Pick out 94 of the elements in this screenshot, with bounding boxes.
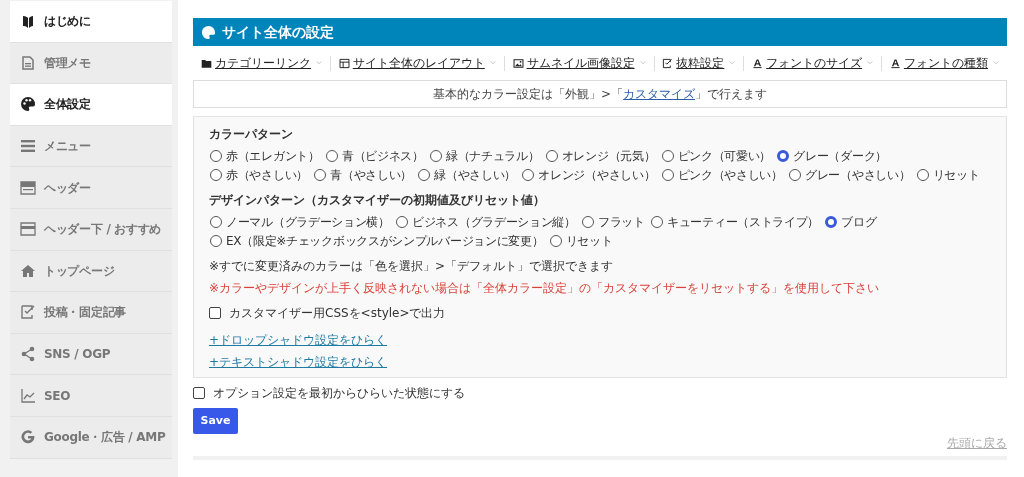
checkbox-label: カスタマイザー用CSSを<style>で出力 bbox=[229, 305, 446, 322]
document-icon bbox=[20, 54, 36, 71]
radio-button[interactable] bbox=[396, 216, 408, 228]
radio-label: リセット bbox=[565, 234, 613, 248]
caret-icon bbox=[867, 60, 874, 66]
radio-label: グレー（やさしい） bbox=[805, 168, 911, 182]
section-label: デザインパターン（カスタマイザーの初期値及びリセット値） bbox=[209, 192, 546, 209]
section-label: カラーパターン bbox=[209, 126, 294, 143]
radio-button[interactable] bbox=[916, 169, 929, 181]
image-icon bbox=[512, 57, 524, 69]
caret-icon bbox=[316, 60, 323, 66]
radio-label: オレンジ（やさしい） bbox=[538, 168, 656, 182]
radio-label: 青（ビジネス） bbox=[341, 149, 424, 163]
sidebar-item[interactable]: ヘッダー bbox=[10, 167, 172, 209]
radio-button[interactable] bbox=[582, 216, 595, 228]
sidebar-item[interactable]: 投稿・固定記事 bbox=[10, 292, 172, 334]
tab-link[interactable]: フォントのサイズ bbox=[752, 54, 868, 72]
checkbox[interactable] bbox=[209, 307, 221, 319]
customize-link[interactable]: カスタマイズ bbox=[623, 87, 696, 101]
font-letter-icon bbox=[752, 57, 764, 69]
share-icon bbox=[20, 346, 36, 363]
home-icon bbox=[20, 262, 36, 279]
radio-button[interactable] bbox=[314, 169, 327, 181]
radio-button[interactable] bbox=[651, 216, 664, 228]
folder-icon bbox=[201, 57, 212, 69]
menu-icon bbox=[20, 138, 36, 155]
tab-link[interactable]: サムネイル画像設定 bbox=[512, 54, 640, 72]
radio-label: 緑（ナチュラル） bbox=[445, 149, 540, 163]
checkbox-label: オプション設定を最初からひらいた状態にする bbox=[213, 385, 465, 402]
section-title: サイト全体の設定 bbox=[222, 22, 334, 42]
radio-label: 赤（やさしい） bbox=[226, 168, 308, 182]
caret-icon bbox=[639, 60, 646, 66]
note-text: ※すでに変更済みのカラーは「色を選択」>「デフォルト」で選択できます bbox=[209, 258, 615, 275]
sidebar-item[interactable]: Google・広告 / AMP bbox=[10, 416, 172, 459]
radio-button[interactable] bbox=[549, 235, 562, 247]
radio-label: 緑（やさしい） bbox=[434, 168, 517, 182]
edit-icon bbox=[20, 304, 36, 321]
radio-label: ピンク（やさしい） bbox=[677, 168, 783, 182]
sidebar-item[interactable]: メニュー bbox=[10, 125, 172, 168]
radio-button[interactable] bbox=[429, 150, 442, 162]
caret-icon bbox=[489, 60, 496, 66]
info-text: 基本的なカラー設定は「外観」>「カスタマイズ」で行えます bbox=[432, 86, 768, 103]
edit-icon bbox=[662, 57, 674, 69]
sidebar-item[interactable]: 全体設定 bbox=[10, 84, 172, 126]
sidebar-item[interactable]: 管理メモ bbox=[10, 42, 172, 85]
sidebar-item[interactable]: はじめに bbox=[10, 1, 172, 43]
radio-button[interactable] bbox=[545, 150, 558, 162]
radio-button[interactable] bbox=[522, 169, 535, 181]
sidebar-item[interactable]: SEO bbox=[10, 375, 172, 417]
radio-label: ビジネス（グラデーション縦） bbox=[412, 215, 576, 229]
radio-button[interactable] bbox=[418, 169, 431, 181]
sidebar-item[interactable]: トップページ bbox=[10, 250, 172, 293]
radio-button[interactable] bbox=[661, 150, 674, 162]
expand-link[interactable]: +テキストシャドウ設定をひらく bbox=[209, 353, 388, 371]
radio-label: オレンジ（元気） bbox=[561, 149, 656, 163]
header-layout-icon bbox=[20, 179, 36, 196]
radio-label: フラット bbox=[598, 215, 645, 229]
layout-icon bbox=[338, 57, 350, 69]
radio-label: ノーマル（グラデーション横） bbox=[226, 215, 390, 229]
palette-icon bbox=[201, 24, 216, 40]
radio-label: ピンク（可愛い） bbox=[677, 149, 772, 163]
header-layout-icon bbox=[20, 221, 36, 238]
back-to-top-link[interactable]: 先頭に戻る bbox=[947, 436, 1007, 450]
line-chart-icon bbox=[20, 387, 36, 404]
save-button[interactable]: Save bbox=[193, 408, 238, 434]
expand-link[interactable]: +ドロップシャドウ設定をひらく bbox=[209, 331, 388, 349]
radio-label: 青（やさしい） bbox=[330, 168, 412, 182]
radio-button[interactable] bbox=[210, 216, 222, 228]
tab-link[interactable]: フォントの種類 bbox=[889, 54, 993, 72]
radio-button[interactable] bbox=[210, 169, 222, 181]
radio-label: リセット bbox=[932, 168, 980, 182]
tab-link[interactable]: 抜粋設定 bbox=[662, 54, 730, 72]
radio-button[interactable] bbox=[789, 169, 802, 181]
radio-button[interactable] bbox=[661, 169, 674, 181]
checkbox[interactable] bbox=[193, 387, 205, 399]
caret-icon bbox=[992, 60, 999, 66]
radio-label: 赤（エレガント） bbox=[226, 149, 320, 163]
sidebar-item[interactable]: ヘッダー下 / おすすめ bbox=[10, 208, 172, 251]
caret-icon bbox=[729, 60, 736, 66]
radio-label: キューティー（ストライプ） bbox=[667, 215, 820, 229]
tab-link[interactable]: サイト全体のレイアウト bbox=[338, 54, 490, 72]
radio-button[interactable] bbox=[210, 235, 222, 247]
radio-button[interactable] bbox=[777, 150, 790, 162]
radio-label: ブログ bbox=[841, 215, 877, 229]
g-letter-icon bbox=[20, 429, 36, 446]
font-letter-icon bbox=[889, 57, 901, 69]
sidebar-item[interactable]: SNS / OGP bbox=[10, 333, 172, 376]
radio-button[interactable] bbox=[210, 150, 222, 162]
radio-button[interactable] bbox=[825, 216, 838, 228]
palette-icon bbox=[20, 96, 36, 113]
radio-label: EX（限定※チェックボックスがシンプルバージョンに変更） bbox=[226, 234, 544, 248]
radio-label: グレー（ダーク） bbox=[793, 149, 887, 163]
radio-button[interactable] bbox=[325, 150, 338, 162]
warning-text: ※カラーやデザインが上手く反映されない場合は「全体カラー設定」の「カスタマイザーをリセットする」を使用して下さい bbox=[209, 280, 881, 297]
